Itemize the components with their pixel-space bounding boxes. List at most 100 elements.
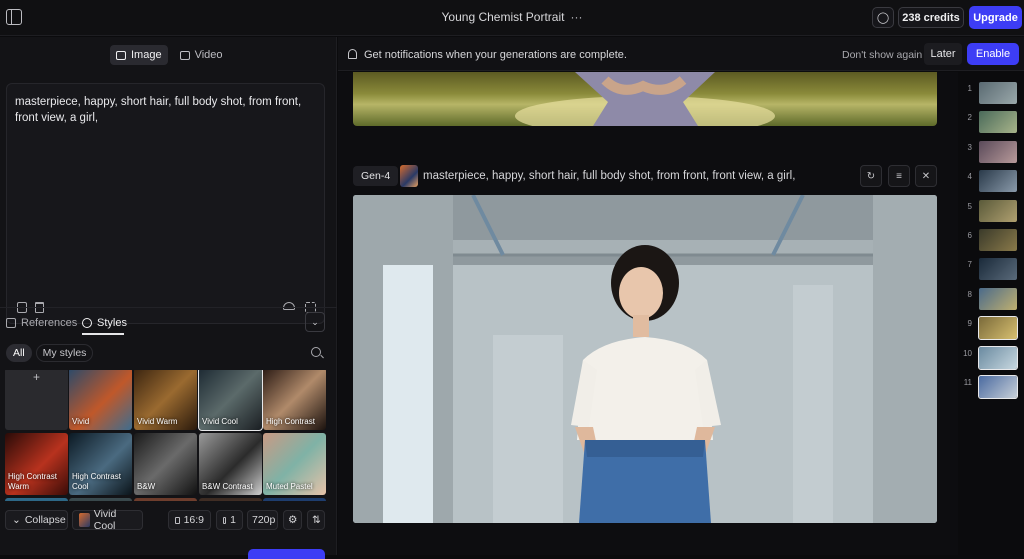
style-selector[interactable]: Vivid Cool (72, 508, 143, 532)
prompt-input[interactable]: masterpiece, happy, short hair, full bod… (15, 94, 315, 126)
generation-prompt[interactable]: masterpiece, happy, short hair, full bod… (423, 170, 795, 182)
style-tile[interactable] (134, 498, 197, 501)
history-thumbnail[interactable] (978, 316, 1018, 341)
style-tile[interactable]: High Contrast Warm (5, 433, 68, 495)
tab-video[interactable]: Video (174, 45, 229, 65)
history-thumbnail[interactable] (978, 345, 1018, 370)
bell-icon (348, 49, 357, 59)
history-thumbnail[interactable] (979, 258, 1017, 281)
collapse-label: Collapse (24, 514, 66, 526)
upgrade-button[interactable]: Upgrade (969, 6, 1022, 29)
image-count-button[interactable]: 1 (216, 510, 243, 530)
chat-icon: ◯ (876, 12, 890, 24)
settings-button[interactable]: ⚙ (283, 510, 302, 530)
sliders-icon: ⇅ (312, 514, 321, 526)
style-tile-label: Vivid (72, 417, 90, 426)
history-thumbnail[interactable] (979, 287, 1017, 310)
history-number: 2 (967, 113, 972, 123)
refresh-icon: ↻ (866, 170, 876, 182)
tab-video-label: Video (194, 49, 223, 61)
history-thumbnail[interactable] (979, 82, 1017, 104)
resolution-button[interactable]: 720p (247, 510, 278, 530)
style-tile-label: Vivid Warm (137, 417, 178, 426)
chat-button[interactable]: ◯ (872, 7, 894, 28)
style-tile-label: B&W Contrast (202, 482, 253, 491)
enable-button[interactable]: Enable (967, 43, 1019, 65)
left-panel: Image Video masterpiece, happy, short ha… (0, 37, 337, 559)
history-thumbnail[interactable] (979, 111, 1017, 134)
style-selector-label: Vivid Cool (93, 508, 117, 532)
resolution-label: 720p (252, 514, 276, 526)
chevron-down-icon[interactable]: ⌄ (305, 312, 325, 332)
style-tile[interactable]: Vivid Warm (134, 370, 197, 430)
style-tile[interactable]: Vivid Cool (198, 370, 263, 431)
style-tile-label: Muted Pastel (266, 482, 313, 491)
style-tile[interactable]: Muted Pastel (263, 433, 326, 495)
style-tile-label: B&W (137, 482, 156, 491)
history-number: 3 (967, 142, 972, 152)
search-icon[interactable] (311, 347, 321, 357)
aspect-ratio-icon (175, 516, 180, 524)
generated-image-art (353, 195, 937, 523)
close-icon: ✕ (921, 170, 931, 182)
style-tile[interactable] (263, 498, 326, 501)
style-tile[interactable] (199, 498, 262, 501)
style-tile-label: Vivid Cool (202, 417, 238, 426)
style-grid: + Vivid Vivid Warm Vivid Cool High Contrast H… (5, 370, 326, 501)
top-bar: Young Chemist Portrait ··· ◯ 238 credits … (0, 0, 1024, 36)
filter-my-styles[interactable]: My styles (35, 344, 94, 362)
tab-references[interactable]: References (6, 317, 77, 329)
style-thumbnail (400, 165, 418, 187)
generation-header: Gen-4 masterpiece, happy, short hair, fu… (353, 165, 937, 187)
style-filters: All My styles (6, 344, 94, 362)
sliders-button[interactable]: ⇅ (307, 510, 325, 530)
aspect-ratio-button[interactable]: 16:9 (168, 510, 211, 530)
history-thumbnail[interactable] (979, 170, 1017, 193)
style-tile[interactable] (5, 498, 68, 501)
style-tile-label: High Contrast (266, 417, 315, 426)
history-thumbnail[interactable] (978, 375, 1018, 399)
style-tile[interactable]: B&W Contrast (199, 433, 262, 495)
credits-button[interactable]: 238 credits (898, 7, 964, 28)
style-tile[interactable] (69, 498, 132, 501)
style-tile[interactable]: Vivid (69, 370, 132, 430)
gear-icon: ⚙ (288, 514, 298, 526)
history-thumbnail[interactable] (979, 140, 1017, 163)
project-title[interactable]: Young Chemist Portrait ··· (0, 10, 1024, 24)
close-button[interactable]: ✕ (915, 165, 937, 187)
style-tile[interactable]: B&W (134, 433, 197, 495)
add-style-button[interactable]: + (5, 370, 68, 430)
notification-bar: Get notifications when your generations … (338, 37, 1024, 71)
generate-button[interactable] (248, 549, 325, 559)
filter-all[interactable]: All (6, 344, 32, 362)
list-icon: ≡ (896, 170, 902, 182)
history-thumbnail[interactable] (979, 229, 1017, 251)
collapse-button[interactable]: ⌄ Collapse (5, 510, 68, 530)
history-thumbnail[interactable] (979, 199, 1017, 222)
style-tile[interactable]: High Contrast (263, 370, 326, 430)
dont-show-again-button[interactable]: Don't show again (842, 49, 922, 61)
previous-image-art (515, 72, 775, 126)
active-tab-underline (82, 333, 124, 335)
later-button[interactable]: Later (924, 43, 962, 65)
history-number: 10 (963, 348, 972, 358)
tab-styles[interactable]: Styles (82, 317, 127, 329)
style-tile[interactable]: High Contrast Cool (69, 433, 132, 495)
aspect-ratio-label: 16:9 (183, 514, 204, 526)
chevron-down-icon: ⌄ (12, 514, 21, 526)
tab-image-label: Image (131, 49, 162, 61)
previous-generation-image[interactable] (353, 72, 937, 126)
prompt-box[interactable]: masterpiece, happy, short hair, full bod… (6, 83, 325, 324)
project-title-text: Young Chemist Portrait (441, 10, 565, 24)
notification-message: Get notifications when your generations … (364, 49, 627, 61)
more-icon[interactable]: ··· (570, 10, 582, 24)
generated-image[interactable] (353, 195, 937, 523)
tab-image[interactable]: Image (110, 45, 168, 65)
details-button[interactable]: ≡ (888, 165, 910, 187)
model-badge: Gen-4 (353, 166, 399, 186)
history-number: 9 (967, 319, 972, 329)
history-number: 4 (967, 172, 972, 182)
plus-icon: + (32, 370, 40, 384)
history-number: 11 (963, 378, 972, 387)
rerun-button[interactable]: ↻ (860, 165, 882, 187)
